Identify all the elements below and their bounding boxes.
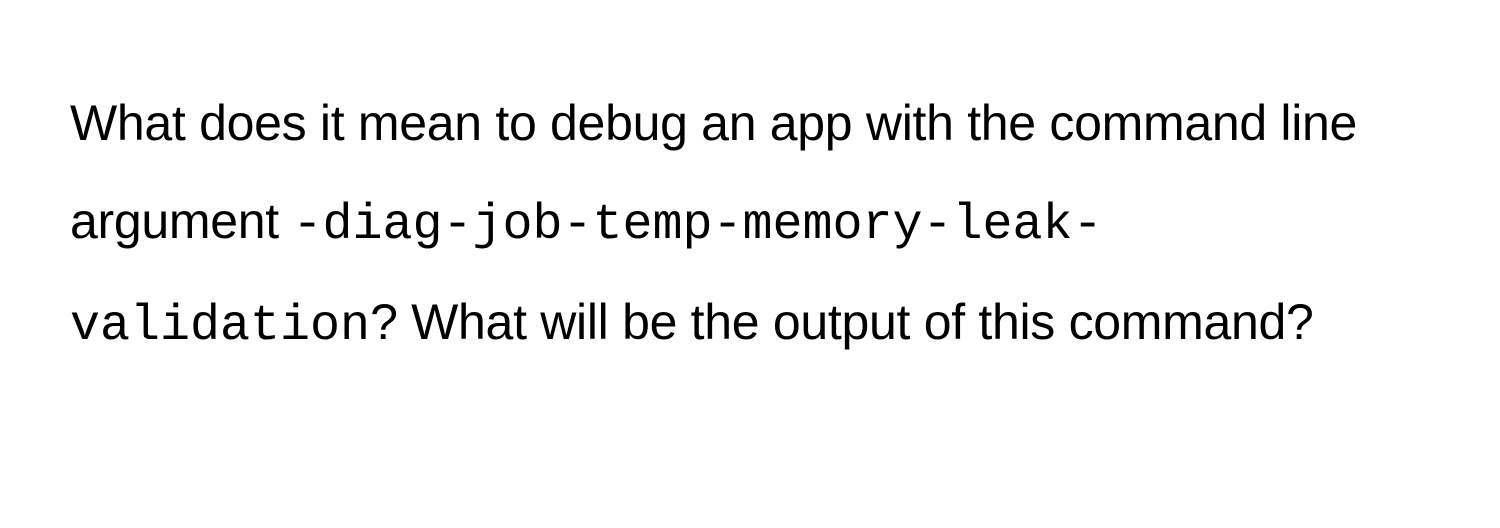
question-text-part2: ? What will be the output of this comman… (370, 294, 1313, 350)
question-paragraph: What does it mean to debug an app with t… (70, 75, 1430, 376)
